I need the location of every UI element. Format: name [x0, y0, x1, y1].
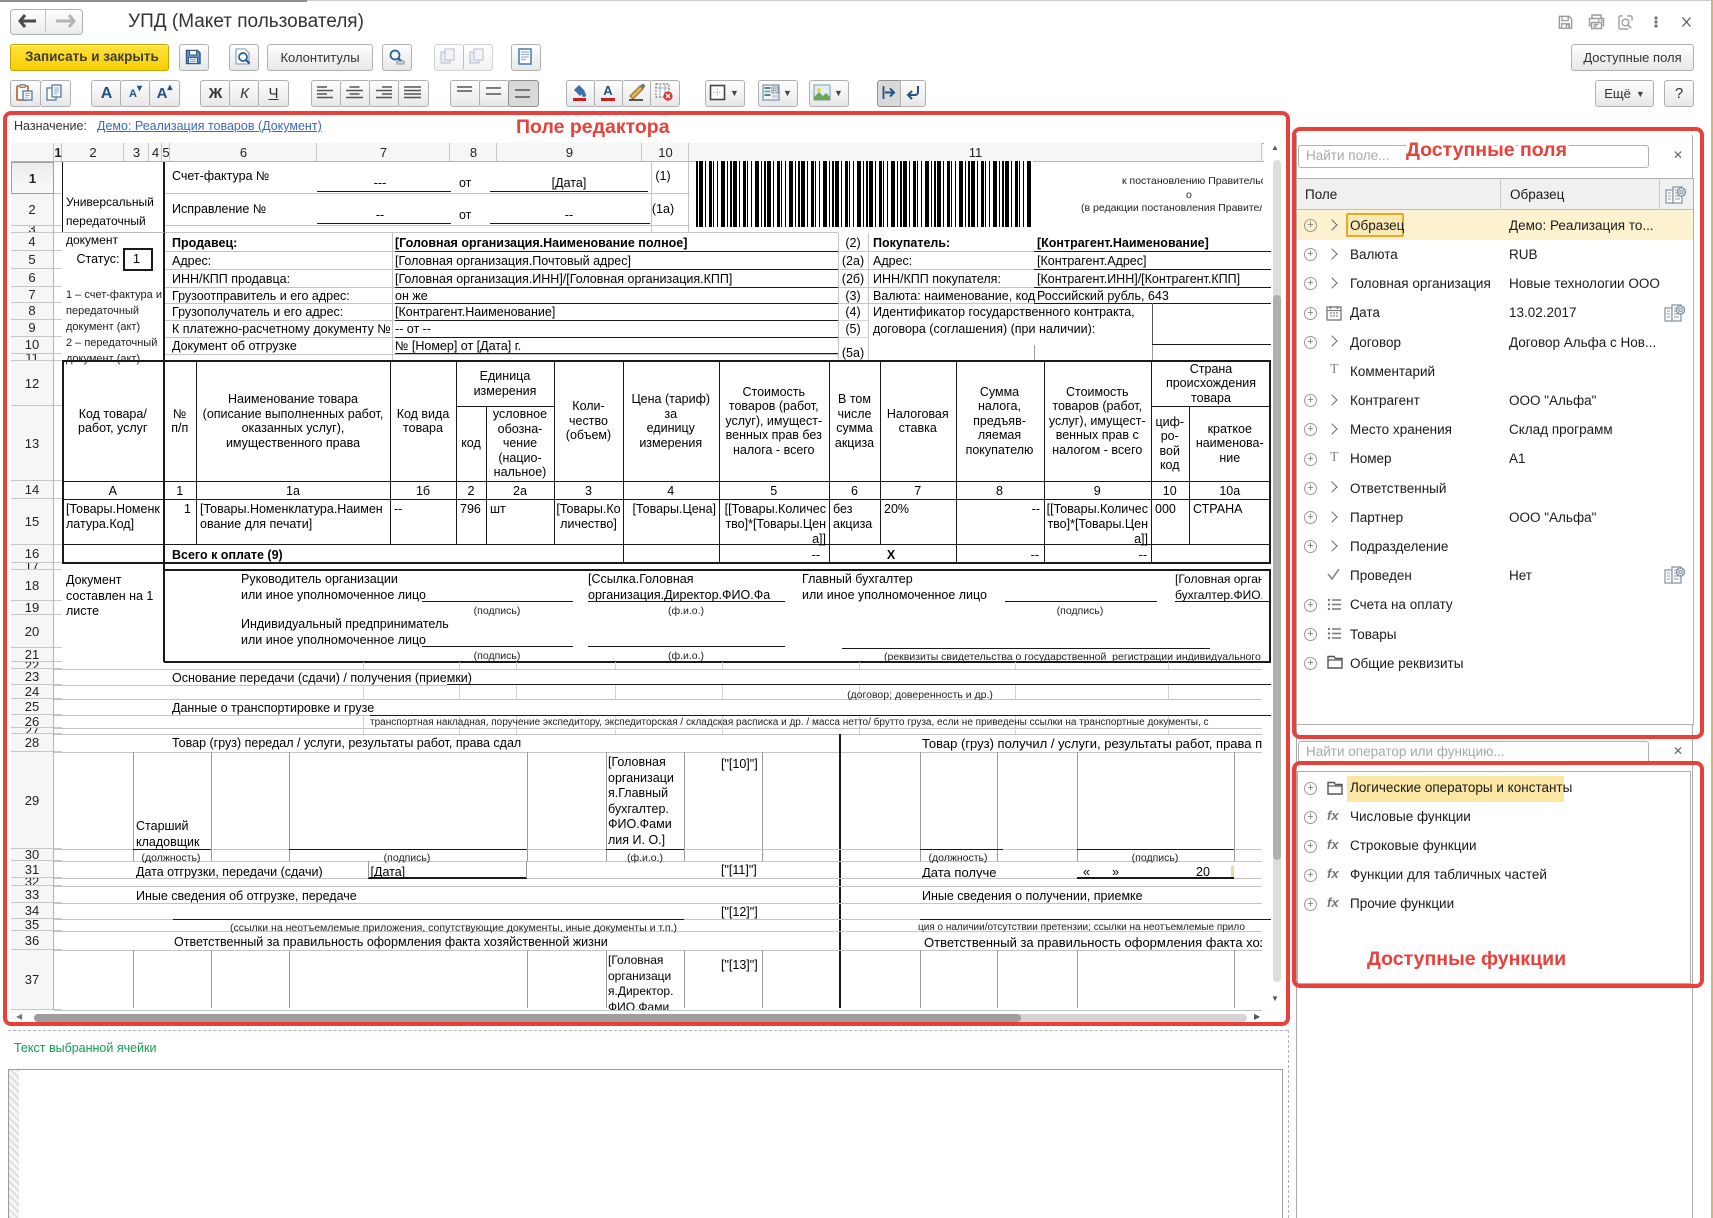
svg-text:R: R — [773, 88, 777, 94]
svg-text:A: A — [603, 83, 613, 98]
